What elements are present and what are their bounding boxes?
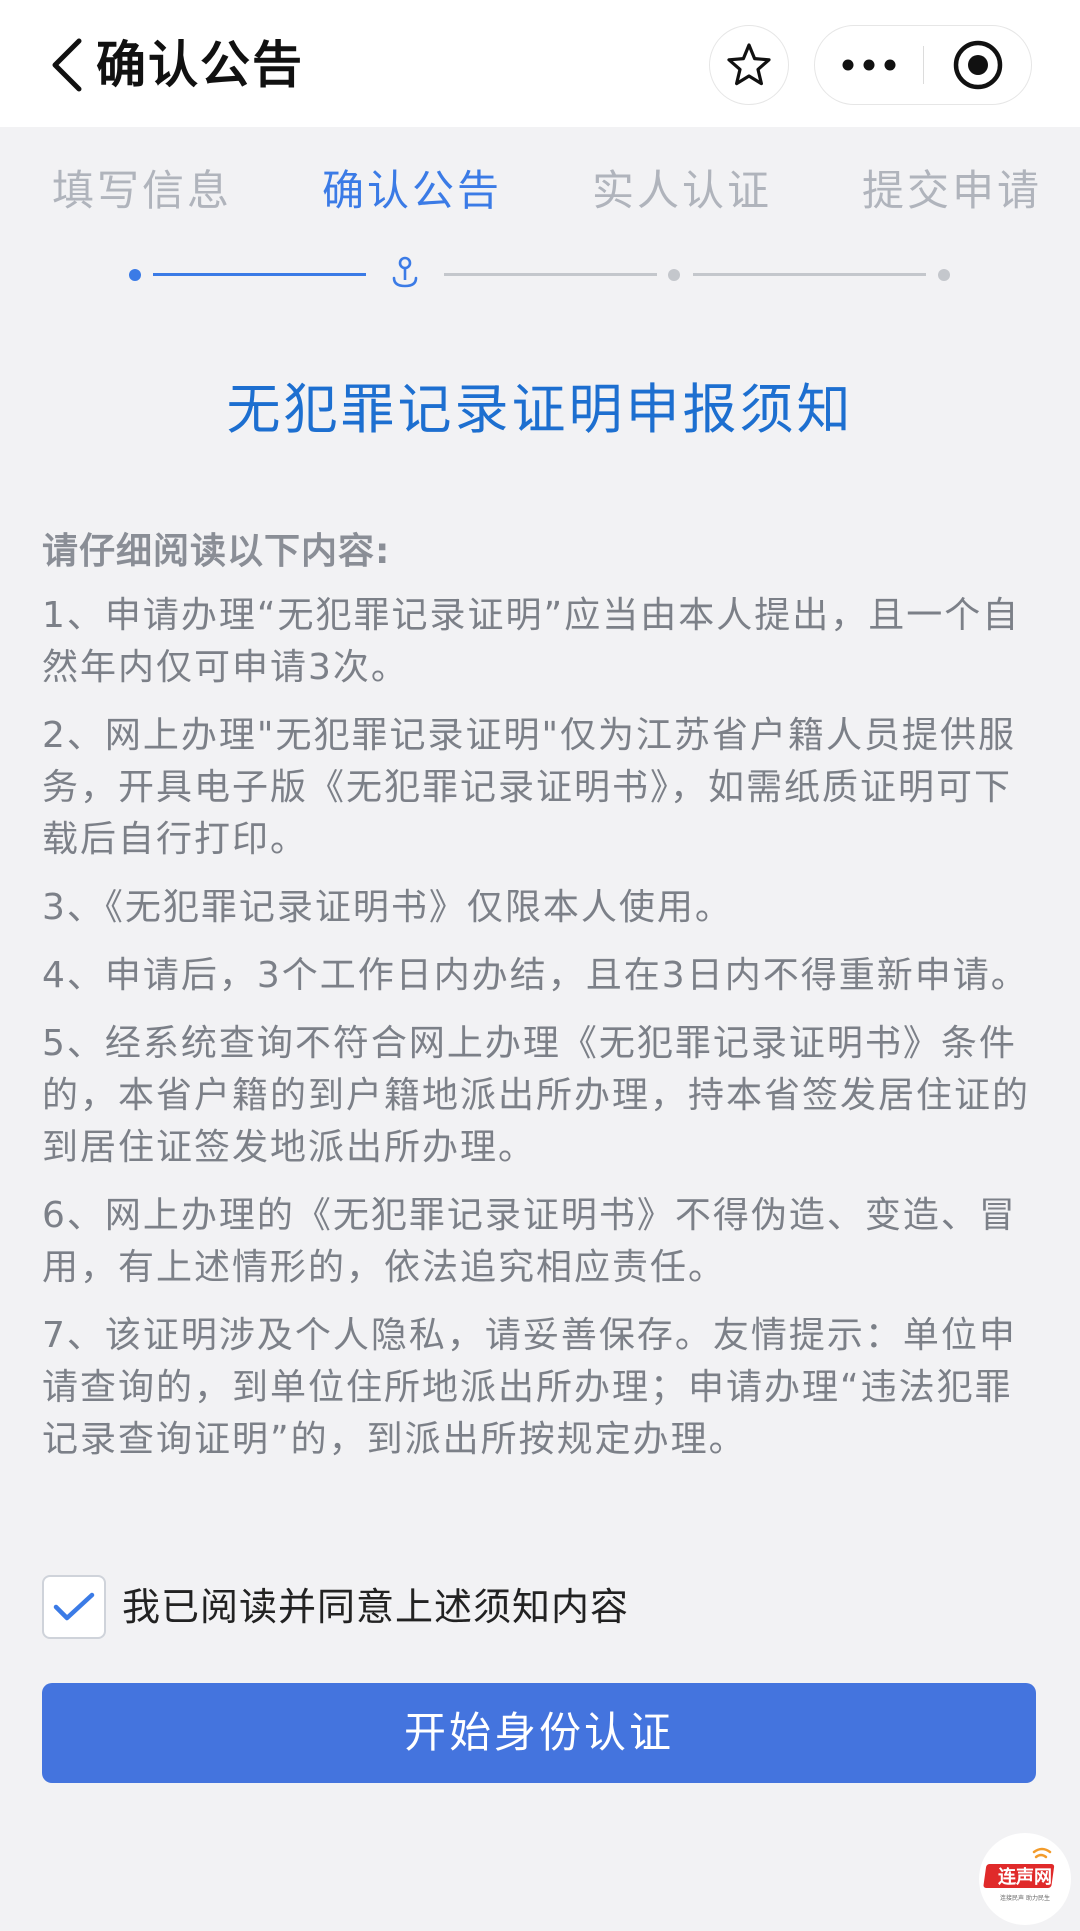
step-label-submit: 提交申请 bbox=[862, 166, 1043, 215]
notice-title: 无犯罪记录证明申报须知 bbox=[226, 378, 854, 441]
step-label-fill-info: 填写信息 bbox=[52, 166, 233, 215]
more-dots-icon bbox=[842, 59, 896, 71]
watermark-slogan: 连接民声 助力民生 bbox=[1000, 1894, 1050, 1902]
watermark-logo-text: 连声网 bbox=[998, 1866, 1052, 1888]
step-dot-1 bbox=[129, 269, 141, 281]
page-title: 确认公告 bbox=[96, 36, 304, 94]
agree-label: 我已阅读并同意上述须知内容 bbox=[122, 1585, 630, 1629]
back-button[interactable] bbox=[36, 30, 96, 100]
location-pin-icon bbox=[392, 256, 418, 288]
more-button[interactable] bbox=[815, 26, 923, 104]
favorite-button[interactable] bbox=[709, 25, 789, 105]
notice-list: 1、申请办理“无犯罪记录证明”应当由本人提出，且一个自然年内仅可申请3次。 2、… bbox=[42, 590, 1040, 1482]
mini-program-capsule bbox=[814, 25, 1032, 105]
step-line-1 bbox=[153, 273, 366, 276]
step-line-3 bbox=[693, 273, 926, 276]
step-label-identity-verify: 实人认证 bbox=[592, 166, 773, 215]
step-line-2 bbox=[444, 273, 657, 276]
notice-item: 4、申请后，3个工作日内办结，且在3日内不得重新申请。 bbox=[42, 955, 1029, 996]
notice-item: 2、网上办理"无犯罪记录证明"仅为江苏省户籍人员提供服务，开具电子版《无犯罪记录… bbox=[42, 715, 1017, 860]
notice-item: 5、经系统查询不符合网上办理《无犯罪记录证明书》条件的，本省户籍的到户籍地派出所… bbox=[42, 1023, 1031, 1168]
notice-item: 3、《无犯罪记录证明书》仅限本人使用。 bbox=[42, 887, 733, 928]
close-mini-program-button[interactable] bbox=[924, 26, 1032, 104]
step-dot-4 bbox=[938, 269, 950, 281]
notice-item: 6、网上办理的《无犯罪记录证明书》不得伪造、变造、冒用，有上述情形的，依法追究相… bbox=[42, 1195, 1017, 1288]
notice-item: 1、申请办理“无犯罪记录证明”应当由本人提出，且一个自然年内仅可申请3次。 bbox=[42, 595, 1021, 688]
star-icon bbox=[727, 43, 771, 86]
nav-bar: 确认公告 bbox=[0, 0, 1080, 127]
notice-item: 7、该证明涉及个人隐私，请妥善保存。友情提示：单位申请查询的，到单位住所地派出所… bbox=[42, 1315, 1017, 1460]
check-icon bbox=[53, 1592, 95, 1621]
agree-checkbox[interactable] bbox=[42, 1575, 106, 1639]
agreement-row: 我已阅读并同意上述须知内容 bbox=[42, 1573, 629, 1641]
start-identity-verification-button[interactable]: 开始身份认证 bbox=[42, 1683, 1036, 1783]
notice-heading: 请仔细阅读以下内容: bbox=[42, 531, 391, 572]
target-circle-icon bbox=[953, 40, 1003, 90]
step-label-confirm-notice: 确认公告 bbox=[322, 166, 503, 215]
watermark-logo: 连声网 连接民声 助力民生 bbox=[979, 1833, 1071, 1925]
step-dot-3 bbox=[668, 269, 680, 281]
chevron-left-icon bbox=[52, 38, 82, 92]
